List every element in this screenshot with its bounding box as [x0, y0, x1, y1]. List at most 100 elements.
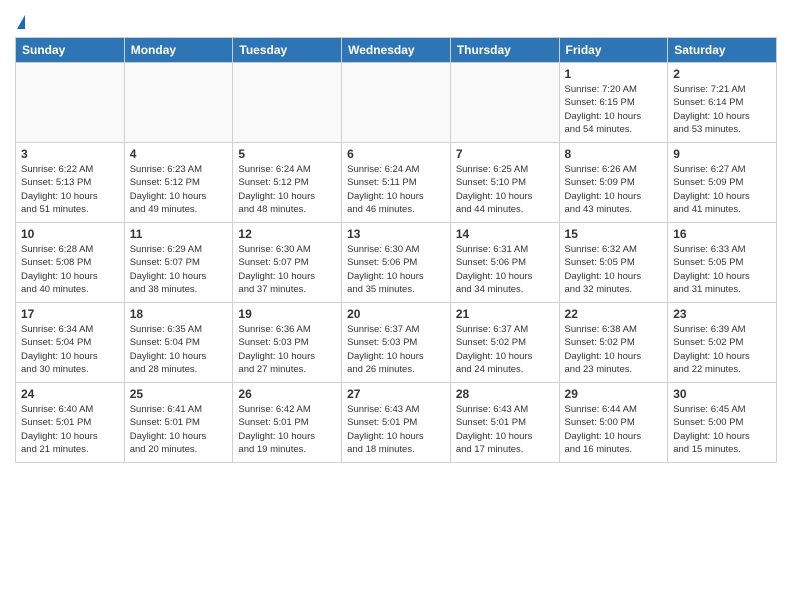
cell-text-line: Daylight: 10 hours: [565, 111, 642, 122]
day-number: 29: [565, 387, 663, 401]
cell-text-line: and 37 minutes.: [238, 284, 306, 295]
calendar-table: SundayMondayTuesdayWednesdayThursdayFrid…: [15, 37, 777, 463]
cell-text-line: Daylight: 10 hours: [238, 351, 315, 362]
cell-text-line: Sunrise: 6:30 AM: [347, 244, 419, 255]
cell-text-line: Daylight: 10 hours: [673, 431, 750, 442]
cell-text-line: Sunrise: 6:36 AM: [238, 324, 310, 335]
cell-text-line: Sunset: 5:02 PM: [456, 337, 526, 348]
calendar-cell-w3-d0: 17Sunrise: 6:34 AMSunset: 5:04 PMDayligh…: [16, 303, 125, 383]
calendar-cell-w3-d3: 20Sunrise: 6:37 AMSunset: 5:03 PMDayligh…: [342, 303, 451, 383]
cell-text-line: and 16 minutes.: [565, 444, 633, 455]
cell-text-line: Daylight: 10 hours: [238, 191, 315, 202]
cell-text-line: Daylight: 10 hours: [130, 351, 207, 362]
weekday-header-monday: Monday: [124, 38, 233, 63]
calendar-cell-w4-d0: 24Sunrise: 6:40 AMSunset: 5:01 PMDayligh…: [16, 383, 125, 463]
day-number: 30: [673, 387, 771, 401]
cell-text-line: Sunset: 5:06 PM: [347, 257, 417, 268]
cell-text-line: Sunrise: 6:28 AM: [21, 244, 93, 255]
calendar-cell-w2-d5: 15Sunrise: 6:32 AMSunset: 5:05 PMDayligh…: [559, 223, 668, 303]
calendar-cell-w1-d2: 5Sunrise: 6:24 AMSunset: 5:12 PMDaylight…: [233, 143, 342, 223]
day-number: 10: [21, 227, 119, 241]
cell-text-line: Sunrise: 6:40 AM: [21, 404, 93, 415]
cell-text-line: Sunset: 6:15 PM: [565, 97, 635, 108]
calendar-cell-w2-d3: 13Sunrise: 6:30 AMSunset: 5:06 PMDayligh…: [342, 223, 451, 303]
cell-text-line: Daylight: 10 hours: [673, 351, 750, 362]
cell-text-line: Sunset: 5:01 PM: [130, 417, 200, 428]
cell-text-line: and 43 minutes.: [565, 204, 633, 215]
cell-text-line: Sunrise: 6:45 AM: [673, 404, 745, 415]
cell-text-line: Daylight: 10 hours: [565, 271, 642, 282]
cell-text-line: Daylight: 10 hours: [238, 431, 315, 442]
calendar-cell-w0-d1: [124, 63, 233, 143]
calendar-cell-w0-d2: [233, 63, 342, 143]
cell-text-line: Sunset: 5:07 PM: [238, 257, 308, 268]
cell-text-line: and 19 minutes.: [238, 444, 306, 455]
day-number: 15: [565, 227, 663, 241]
cell-text-line: and 26 minutes.: [347, 364, 415, 375]
cell-text-line: Daylight: 10 hours: [673, 271, 750, 282]
cell-text-line: Sunrise: 7:20 AM: [565, 84, 637, 95]
calendar-cell-w4-d5: 29 Sunrise: 6:44 AM Sunset: 5:00 PM Dayligh…: [559, 383, 668, 463]
cell-text-line: Sunrise: 6:29 AM: [130, 244, 202, 255]
cell-text-line: Daylight: 10 hours: [565, 351, 642, 362]
weekday-header-wednesday: Wednesday: [342, 38, 451, 63]
cell-text-line: Sunset: 5:11 PM: [347, 177, 417, 188]
cell-text-line: and 41 minutes.: [673, 204, 741, 215]
cell-text-line: and 32 minutes.: [565, 284, 633, 295]
cell-text-line: and 30 minutes.: [21, 364, 89, 375]
calendar-cell-w0-d6: 2Sunrise: 7:21 AMSunset: 6:14 PMDaylight…: [668, 63, 777, 143]
day-number: 26: [238, 387, 336, 401]
cell-text-line: Sunrise: 6:30 AM: [238, 244, 310, 255]
cell-text-line: Sunrise: 6:22 AM: [21, 164, 93, 175]
cell-text-line: Sunset: 5:00 PM: [565, 417, 635, 428]
calendar-cell-w3-d5: 22Sunrise: 6:38 AMSunset: 5:02 PMDayligh…: [559, 303, 668, 383]
day-number: 14: [456, 227, 554, 241]
cell-text-line: Sunset: 5:10 PM: [456, 177, 526, 188]
weekday-header-friday: Friday: [559, 38, 668, 63]
calendar-cell-w0-d0: [16, 63, 125, 143]
cell-text-line: Daylight: 10 hours: [456, 351, 533, 362]
cell-text-line: Daylight: 10 hours: [347, 191, 424, 202]
weekday-header-sunday: Sunday: [16, 38, 125, 63]
cell-text-line: Daylight: 10 hours: [565, 431, 642, 442]
day-number: 2: [673, 67, 771, 81]
cell-text-line: Sunrise: 6:41 AM: [130, 404, 202, 415]
weekday-header-thursday: Thursday: [450, 38, 559, 63]
calendar-cell-w4-d2: 26Sunrise: 6:42 AMSunset: 5:01 PMDayligh…: [233, 383, 342, 463]
day-number: 9: [673, 147, 771, 161]
calendar-cell-w2-d0: 10Sunrise: 6:28 AMSunset: 5:08 PMDayligh…: [16, 223, 125, 303]
day-number: 18: [130, 307, 228, 321]
cell-text-line: Sunset: 5:09 PM: [673, 177, 743, 188]
cell-text-line: Sunset: 5:00 PM: [673, 417, 743, 428]
cell-text-line: and 23 minutes.: [565, 364, 633, 375]
day-number: 5: [238, 147, 336, 161]
cell-text-line: and 48 minutes.: [238, 204, 306, 215]
cell-text-line: Daylight: 10 hours: [456, 271, 533, 282]
day-number: 28: [456, 387, 554, 401]
calendar-cell-w4-d1: 25Sunrise: 6:41 AMSunset: 5:01 PMDayligh…: [124, 383, 233, 463]
cell-text-line: Daylight: 10 hours: [347, 351, 424, 362]
cell-text-line: Sunrise: 6:44 AM: [565, 404, 637, 415]
cell-text-line: and 15 minutes.: [673, 444, 741, 455]
cell-text-line: Sunset: 5:01 PM: [21, 417, 91, 428]
calendar-cell-w1-d4: 7Sunrise: 6:25 AMSunset: 5:10 PMDaylight…: [450, 143, 559, 223]
weekday-header-tuesday: Tuesday: [233, 38, 342, 63]
cell-text-line: and 17 minutes.: [456, 444, 524, 455]
cell-text-line: Sunset: 5:08 PM: [21, 257, 91, 268]
cell-text-line: Daylight: 10 hours: [21, 351, 98, 362]
day-number: 21: [456, 307, 554, 321]
day-number: 25: [130, 387, 228, 401]
cell-text-line: Sunset: 5:04 PM: [130, 337, 200, 348]
calendar-cell-w1-d1: 4Sunrise: 6:23 AMSunset: 5:12 PMDaylight…: [124, 143, 233, 223]
day-number: 19: [238, 307, 336, 321]
calendar-cell-w0-d5: 1Sunrise: 7:20 AMSunset: 6:15 PMDaylight…: [559, 63, 668, 143]
day-number: 7: [456, 147, 554, 161]
cell-text-line: and 44 minutes.: [456, 204, 524, 215]
cell-text-line: and 53 minutes.: [673, 124, 741, 135]
cell-text-line: Daylight: 10 hours: [21, 431, 98, 442]
cell-text-line: Daylight: 10 hours: [456, 191, 533, 202]
cell-text-line: Sunset: 5:06 PM: [456, 257, 526, 268]
calendar-cell-w3-d4: 21Sunrise: 6:37 AMSunset: 5:02 PMDayligh…: [450, 303, 559, 383]
cell-text-line: and 40 minutes.: [21, 284, 89, 295]
cell-text-line: Sunset: 5:01 PM: [456, 417, 526, 428]
